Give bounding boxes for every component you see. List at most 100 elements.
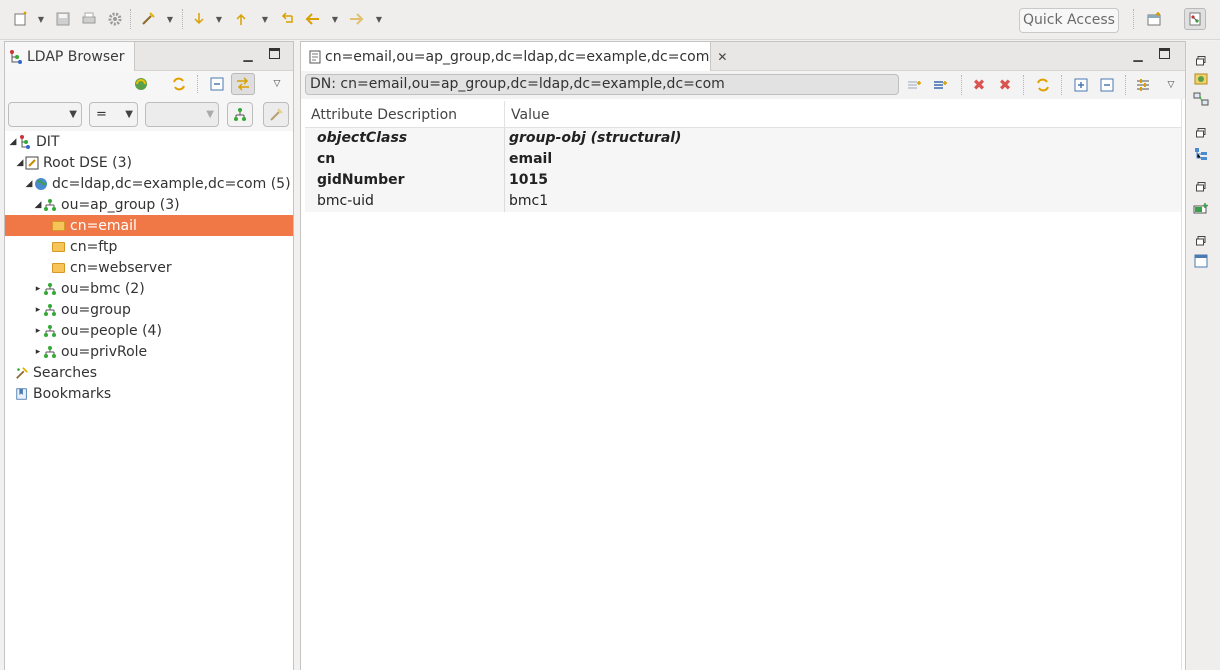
outline-icon[interactable] <box>1193 146 1209 162</box>
tree-item-label: cn=email <box>70 217 137 234</box>
maximize-icon[interactable] <box>267 48 281 62</box>
console-icon[interactable] <box>1193 253 1209 269</box>
editor-tabbar: cn=email,ou=ap_group,dc=ldap,dc=example,… <box>301 42 1185 71</box>
expand-toggle-icon[interactable]: ▸ <box>33 347 43 357</box>
quick-access-field[interactable]: Quick Access <box>1019 8 1119 33</box>
tree-item-root-dse[interactable]: ◢ Root DSE (3) <box>5 152 293 173</box>
close-icon[interactable]: ✕ <box>717 50 727 64</box>
tree-item-ou-people[interactable]: ▸ ou=people (4) <box>5 320 293 341</box>
gear-icon[interactable] <box>106 10 124 28</box>
tree-item-ou-bmc[interactable]: ▸ ou=bmc (2) <box>5 278 293 299</box>
tree-item-label: Bookmarks <box>33 385 112 402</box>
value-cell[interactable]: group-obj (structural) <box>509 130 681 146</box>
new-dropdown-icon[interactable]: ▼ <box>36 10 46 28</box>
save-icon[interactable] <box>54 10 72 28</box>
quick-search-button[interactable] <box>227 102 253 127</box>
tab-entry-editor[interactable]: cn=email,ou=ap_group,dc=ldap,dc=example,… <box>301 42 727 71</box>
tree-item-bookmarks[interactable]: Bookmarks <box>5 383 293 404</box>
expand-toggle-icon[interactable]: ◢ <box>15 158 25 168</box>
attribute-cell: cn <box>317 151 336 167</box>
ldap-browser-panel: LDAP Browser ▁ ▽ ▼ = ▼ ▼ ◢ DIT ◢ Root DS… <box>4 41 294 670</box>
value-cell[interactable]: bmc1 <box>509 193 548 209</box>
table-row[interactable]: bmc-uid bmc1 <box>305 191 1181 212</box>
tree-item-label: DIT <box>36 133 60 150</box>
collapse-all-icon[interactable] <box>209 76 225 92</box>
tree-item-cn-ftp[interactable]: cn=ftp <box>5 236 293 257</box>
view-menu-icon[interactable]: ▽ <box>269 76 285 92</box>
tree-item-ou-ap-group[interactable]: ◢ ou=ap_group (3) <box>5 194 293 215</box>
ldap-perspective-icon[interactable] <box>1184 8 1206 30</box>
wand-dropdown-icon[interactable]: ▼ <box>165 10 175 28</box>
value-cell[interactable]: email <box>509 151 552 167</box>
ou-icon <box>43 303 57 317</box>
tab-ldap-browser[interactable]: LDAP Browser <box>5 42 135 71</box>
attribute-cell: objectClass <box>317 130 408 146</box>
restore-icon[interactable] <box>1193 53 1209 69</box>
next-annotation-icon[interactable] <box>190 10 208 28</box>
entry-icon <box>309 50 321 64</box>
quick-search-options-button[interactable] <box>263 102 289 127</box>
print-icon[interactable] <box>80 10 98 28</box>
forward-icon[interactable] <box>347 10 365 28</box>
next-annotation-dropdown-icon[interactable]: ▼ <box>214 10 224 28</box>
restore-icon[interactable] <box>1193 179 1209 195</box>
expand-toggle-icon[interactable]: ▸ <box>33 326 43 336</box>
maximize-icon[interactable] <box>1157 48 1171 62</box>
expand-toggle-icon[interactable]: ▸ <box>33 284 43 294</box>
value-cell[interactable]: 1015 <box>509 172 548 188</box>
new-icon[interactable] <box>12 10 30 28</box>
attribute-cell: gidNumber <box>317 172 405 188</box>
tree-item-dit[interactable]: ◢ DIT <box>5 131 293 152</box>
new-attribute-icon[interactable] <box>933 77 949 93</box>
tree-item-label: Searches <box>33 364 98 381</box>
tree-item-searches[interactable]: Searches <box>5 362 293 383</box>
table-row[interactable]: objectClass group-obj (structural) <box>305 128 1181 149</box>
forward-dropdown-icon[interactable]: ▼ <box>374 10 384 28</box>
collapse-all-icon[interactable] <box>1099 77 1115 93</box>
editor-tab-title: cn=email,ou=ap_group,dc=ldap,dc=example,… <box>325 48 710 65</box>
ldap-browser-title: LDAP Browser <box>27 48 125 65</box>
view-menu-icon[interactable]: ▽ <box>1163 77 1179 93</box>
refresh-connection-icon[interactable] <box>133 76 149 92</box>
minimize-icon[interactable]: ▁ <box>241 48 255 62</box>
link-with-editor-icon[interactable] <box>231 73 255 95</box>
back-icon[interactable] <box>304 10 322 28</box>
refresh-icon[interactable] <box>1035 77 1051 93</box>
restore-icon[interactable] <box>1193 125 1209 141</box>
connections-icon[interactable] <box>1193 71 1209 87</box>
table-row[interactable]: gidNumber 1015 <box>305 170 1181 191</box>
previous-annotation-dropdown-icon[interactable]: ▼ <box>260 10 270 28</box>
expand-toggle-icon[interactable]: ◢ <box>24 179 34 189</box>
expand-toggle-icon[interactable]: ◢ <box>33 200 43 210</box>
searches-icon <box>15 366 29 380</box>
new-value-icon[interactable] <box>907 77 923 93</box>
expand-toggle-icon[interactable]: ▸ <box>33 305 43 315</box>
schema-icon[interactable] <box>1193 91 1209 107</box>
tree-item-ou-privrole[interactable]: ▸ ou=privRole <box>5 341 293 362</box>
reload-icon[interactable] <box>171 76 187 92</box>
wand-icon[interactable] <box>139 10 157 28</box>
column-header-attribute[interactable]: Attribute Description <box>311 107 457 123</box>
previous-annotation-icon[interactable] <box>232 10 250 28</box>
open-perspective-icon[interactable] <box>1145 10 1163 28</box>
minimize-icon[interactable]: ▁ <box>1131 48 1145 62</box>
tree-item-base-dn[interactable]: ◢ dc=ldap,dc=example,dc=com (5) <box>5 173 293 194</box>
restore-icon[interactable] <box>1193 233 1209 249</box>
tree-item-ou-group[interactable]: ▸ ou=group <box>5 299 293 320</box>
delete-value-icon[interactable]: ✖ <box>971 76 987 94</box>
show-operational-attributes-icon[interactable] <box>1135 77 1151 93</box>
operator-combo[interactable]: = ▼ <box>89 102 138 127</box>
attribute-combo[interactable]: ▼ <box>8 102 82 127</box>
expand-all-icon[interactable] <box>1073 77 1089 93</box>
expand-toggle-icon[interactable]: ◢ <box>8 137 18 147</box>
table-scroll-border <box>1181 99 1182 670</box>
tree-item-cn-email[interactable]: cn=email <box>5 215 293 236</box>
table-row[interactable]: cn email <box>305 149 1181 170</box>
column-header-value[interactable]: Value <box>511 107 549 123</box>
last-edit-icon[interactable] <box>277 10 295 28</box>
progress-icon[interactable] <box>1193 201 1209 217</box>
back-dropdown-icon[interactable]: ▼ <box>330 10 340 28</box>
value-combo[interactable]: ▼ <box>145 102 219 127</box>
tree-item-cn-webserver[interactable]: cn=webserver <box>5 257 293 278</box>
delete-all-values-icon[interactable]: ✖ <box>997 76 1013 94</box>
